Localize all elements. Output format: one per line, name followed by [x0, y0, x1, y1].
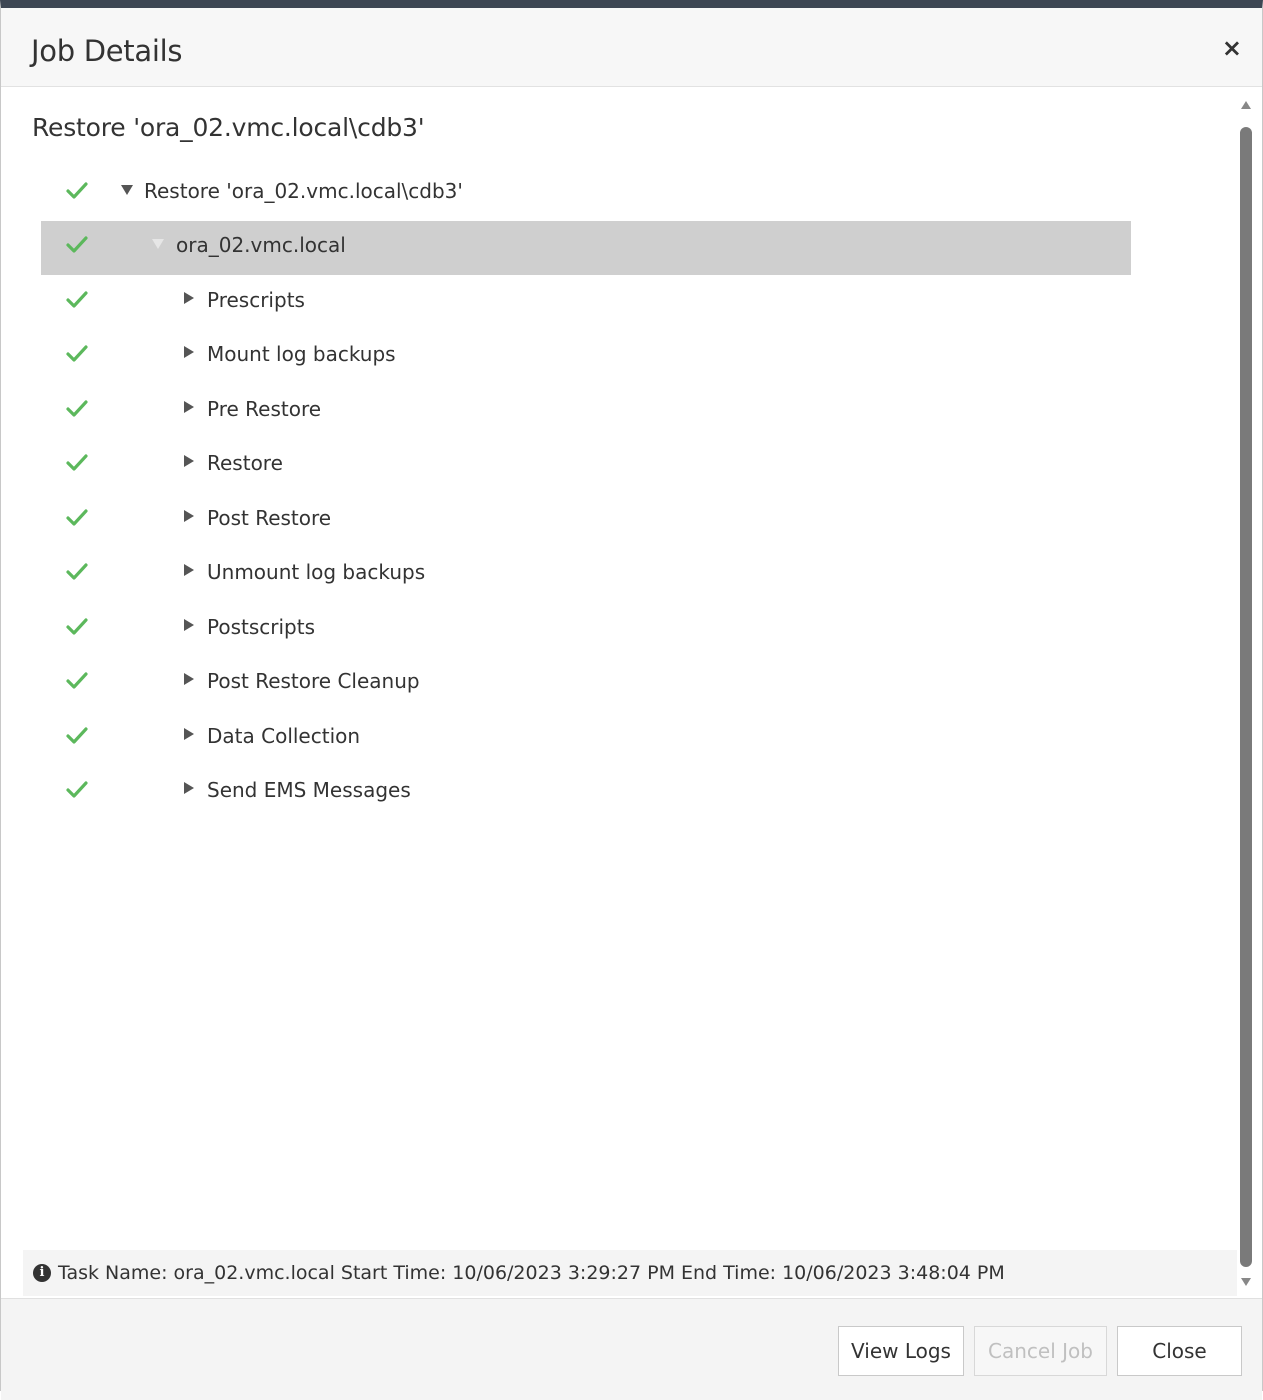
tree-label-step: Restore	[207, 451, 283, 475]
tree-row-host[interactable]: ora_02.vmc.local	[41, 221, 1131, 275]
tree-row-step[interactable]: Send EMS Messages	[41, 766, 1131, 820]
view-logs-button[interactable]: View Logs	[838, 1326, 964, 1376]
tree-row-step[interactable]: Mount log backups	[41, 330, 1131, 384]
tree-row-step[interactable]: Restore	[41, 439, 1131, 493]
chevron-right-icon[interactable]	[184, 673, 194, 685]
check-icon	[66, 618, 88, 635]
scroll-down-arrow-icon[interactable]	[1241, 1278, 1251, 1286]
tree-row-step[interactable]: Prescripts	[41, 276, 1131, 330]
tree-label-step: Data Collection	[207, 724, 361, 748]
check-icon	[66, 509, 88, 526]
chevron-down-icon[interactable]	[121, 185, 133, 195]
check-icon	[66, 781, 88, 798]
chevron-right-icon[interactable]	[184, 346, 194, 358]
tree-row-step[interactable]: Post Restore	[41, 494, 1131, 548]
tree-label-root: Restore 'ora_02.vmc.local\cdb3'	[144, 179, 463, 203]
tree-label-step: Mount log backups	[207, 342, 396, 366]
tree-label-step: Prescripts	[207, 288, 305, 312]
dialog-footer: View Logs Cancel Job Close	[1, 1298, 1262, 1400]
chevron-right-icon[interactable]	[184, 292, 194, 304]
job-details-dialog: Job Details × Restore 'ora_02.vmc.local\…	[0, 0, 1263, 1400]
dialog-title: Job Details	[31, 34, 183, 68]
job-title: Restore 'ora_02.vmc.local\cdb3'	[32, 113, 425, 142]
check-icon	[66, 672, 88, 689]
close-button[interactable]: Close	[1117, 1326, 1242, 1376]
chevron-right-icon[interactable]	[184, 455, 194, 467]
close-icon[interactable]: ×	[1222, 34, 1242, 62]
tree-label-step: Postscripts	[207, 615, 315, 639]
tree-label-host: ora_02.vmc.local	[176, 233, 346, 257]
chevron-right-icon[interactable]	[184, 728, 194, 740]
tree-label-step: Post Restore Cleanup	[207, 669, 420, 693]
chevron-down-icon[interactable]	[152, 239, 164, 249]
tree-row-step[interactable]: Pre Restore	[41, 385, 1131, 439]
check-icon	[66, 563, 88, 580]
check-icon	[66, 454, 88, 471]
check-icon	[66, 727, 88, 744]
tree-label-step: Pre Restore	[207, 397, 322, 421]
task-info-text: Task Name: ora_02.vmc.local Start Time: …	[58, 1262, 1005, 1284]
check-icon	[66, 182, 88, 199]
chevron-right-icon[interactable]	[184, 619, 194, 631]
chevron-right-icon[interactable]	[184, 782, 194, 794]
vertical-scrollbar[interactable]	[1238, 101, 1254, 1286]
tree-row-root[interactable]: Restore 'ora_02.vmc.local\cdb3'	[41, 167, 1131, 221]
chevron-right-icon[interactable]	[184, 401, 194, 413]
cancel-job-button[interactable]: Cancel Job	[974, 1326, 1107, 1376]
task-info-bar: i Task Name: ora_02.vmc.local Start Time…	[23, 1250, 1237, 1296]
tree-row-step[interactable]: Postscripts	[41, 603, 1131, 657]
tree-label-step: Send EMS Messages	[207, 778, 411, 802]
chevron-right-icon[interactable]	[184, 510, 194, 522]
scroll-up-arrow-icon[interactable]	[1241, 101, 1251, 109]
chevron-right-icon[interactable]	[184, 564, 194, 576]
tree-row-step[interactable]: Unmount log backups	[41, 548, 1131, 602]
scroll-thumb[interactable]	[1240, 127, 1252, 1267]
tree-label-step: Unmount log backups	[207, 560, 426, 584]
check-icon	[66, 291, 88, 308]
tree-row-step[interactable]: Post Restore Cleanup	[41, 657, 1131, 711]
info-circle-icon: i	[33, 1264, 51, 1282]
check-icon	[66, 236, 88, 253]
dialog-header: Job Details ×	[1, 8, 1262, 87]
check-icon	[66, 400, 88, 417]
tree-label-step: Post Restore	[207, 506, 332, 530]
check-icon	[66, 345, 88, 362]
dialog-body: Restore 'ora_02.vmc.local\cdb3' Restore …	[1, 87, 1262, 1296]
tree-row-step[interactable]: Data Collection	[41, 712, 1131, 766]
